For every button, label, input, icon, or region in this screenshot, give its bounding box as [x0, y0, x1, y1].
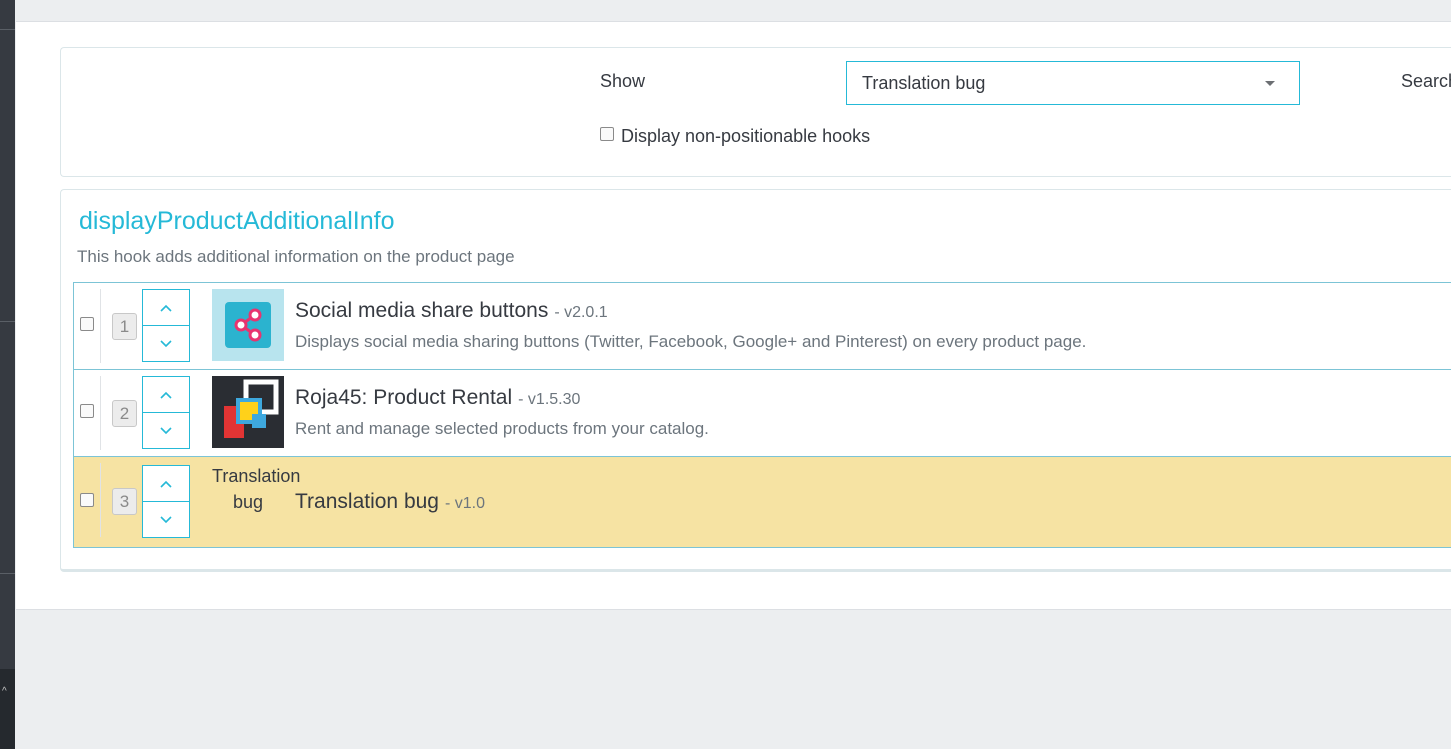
position-badge: 3 [112, 488, 137, 515]
module-logo-alt: Translation bug [212, 466, 301, 512]
move-up-button[interactable] [142, 376, 190, 413]
roja45-logo [212, 376, 284, 448]
module-version: - v1.5.30 [518, 391, 581, 408]
hook-card: displayProductAdditionalInfo This hook a… [60, 189, 1451, 572]
row-divider [100, 289, 101, 363]
chevron-up-icon[interactable]: ^ [2, 686, 7, 697]
chevron-down-icon [160, 516, 172, 524]
chevron-down-icon [160, 427, 172, 435]
show-label: Show [600, 71, 646, 91]
module-row[interactable]: 2 Roja45: Product Rental - v1.5.30 Rent … [74, 370, 1451, 457]
chevron-up-icon [160, 480, 172, 488]
module-name-text: Social media share buttons [295, 299, 549, 322]
module-name: Roja45: Product Rental - v1.5.30 [295, 386, 580, 410]
main-panel: Show Translation bug Search Display non-… [16, 21, 1451, 610]
module-select[interactable]: Translation bug [846, 61, 1300, 105]
filter-card: Show Translation bug Search Display non-… [60, 47, 1451, 177]
sidebar-footer [0, 669, 15, 749]
move-down-button[interactable] [142, 325, 190, 362]
row-checkbox[interactable] [80, 404, 94, 418]
module-name: Translation bug - v1.0 [295, 490, 485, 514]
module-name-text: Translation bug [295, 490, 439, 513]
module-row-highlighted[interactable]: 3 Translation bug Translation bug - v1.0 [74, 457, 1451, 547]
chevron-up-icon [160, 391, 172, 399]
chevron-down-icon [160, 340, 172, 348]
sidebar-strip: ^ [0, 0, 15, 749]
non-positionable-checkbox[interactable] [600, 127, 614, 141]
module-list: 1 Social media share buttons - v2.0.1 Di… [73, 282, 1451, 548]
module-version: - v1.0 [444, 495, 485, 512]
module-logo [212, 289, 284, 361]
position-badge: 2 [112, 400, 137, 427]
search-label: Search [1401, 71, 1451, 91]
chevron-up-icon [160, 304, 172, 312]
sidebar-divider [0, 321, 15, 322]
module-version: - v2.0.1 [554, 304, 608, 321]
move-up-button[interactable] [142, 289, 190, 326]
row-checkbox[interactable] [80, 493, 94, 507]
move-down-button[interactable] [142, 412, 190, 449]
position-badge: 1 [112, 313, 137, 340]
module-description: Rent and manage selected products from y… [295, 419, 709, 438]
hook-title: displayProductAdditionalInfo [79, 207, 395, 235]
move-down-button[interactable] [142, 501, 190, 538]
hook-description: This hook adds additional information on… [77, 247, 515, 266]
sidebar-divider [0, 29, 15, 30]
non-positionable-label[interactable]: Display non-positionable hooks [621, 126, 870, 147]
row-divider [100, 376, 101, 450]
row-checkbox[interactable] [80, 317, 94, 331]
caret-down-icon [1265, 81, 1275, 86]
module-row[interactable]: 1 Social media share buttons - v2.0.1 Di… [74, 283, 1451, 370]
move-up-button[interactable] [142, 465, 190, 502]
module-name-text: Roja45: Product Rental [295, 386, 513, 409]
broken-image-icon: Translation bug [212, 463, 300, 535]
row-divider [100, 463, 101, 537]
module-name: Social media share buttons - v2.0.1 [295, 299, 608, 323]
module-description: Displays social media sharing buttons (T… [295, 332, 1087, 351]
module-select-value: Translation bug [862, 73, 986, 93]
share-icon [225, 302, 271, 348]
sidebar-divider [0, 573, 15, 574]
